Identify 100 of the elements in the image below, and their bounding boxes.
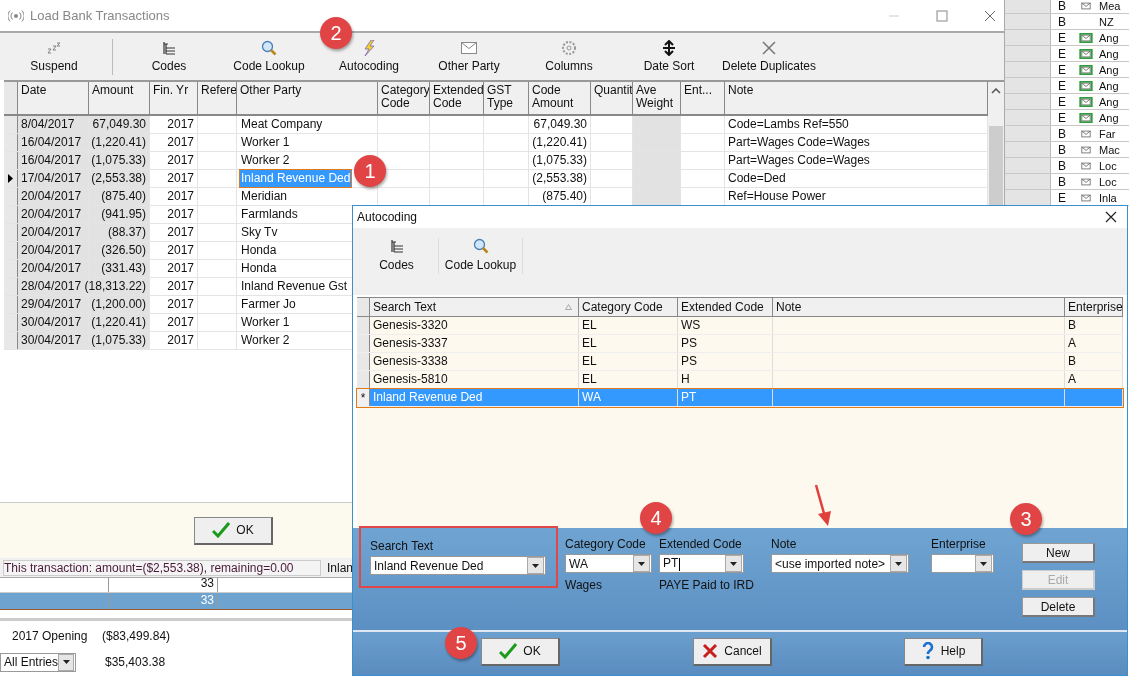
table-cell: 17/04/2017 [18, 170, 89, 187]
column-header[interactable]: Fin. Yr [150, 82, 198, 114]
table-cell: (941.95) [89, 206, 150, 223]
table-row[interactable]: E Ang [1005, 30, 1129, 46]
toolbar-button[interactable]: Columns [519, 40, 619, 73]
filter-dropdown[interactable]: All Entries [0, 652, 76, 672]
toolbar-button[interactable]: Code Lookup [219, 40, 319, 73]
table-cell: 33 [108, 593, 218, 609]
table-cell: 20/04/2017 [18, 206, 89, 223]
ok-button[interactable]: OK [194, 516, 273, 545]
toolbar-button[interactable]: Suspend [4, 40, 104, 73]
table-row[interactable]: B Loc [1005, 158, 1129, 174]
table-cell [1005, 14, 1051, 29]
toolbar-button[interactable]: Other Party [419, 40, 519, 73]
scroll-up-icon[interactable] [991, 88, 1001, 94]
column-header[interactable]: Search Text [370, 298, 579, 316]
table-cell: Worker 2 [240, 332, 291, 349]
table-row[interactable]: B Loc [1005, 174, 1129, 190]
help-button[interactable]: Help [904, 637, 983, 666]
dropdown-arrow-icon [638, 561, 645, 566]
field-label: Category Code [565, 537, 647, 551]
table-row[interactable]: E Ang [1005, 110, 1129, 126]
table-cell: PT [681, 389, 697, 406]
table-cell-text: Inla [1098, 191, 1117, 204]
column-header[interactable]: Category Code [579, 298, 678, 316]
table-row[interactable]: B Mac [1005, 142, 1129, 158]
table-cell: Genesis-3320 [373, 317, 448, 334]
table-cell: Farmer Jo [240, 296, 297, 313]
toolbar-button[interactable]: Code Lookup [439, 238, 523, 274]
table-cell-text: Ang [1098, 47, 1119, 60]
column-header[interactable]: Amount [89, 82, 150, 114]
table-cell: 2017 [150, 152, 198, 169]
table-cell: 2017 [150, 314, 198, 331]
extended-code-dropdown[interactable]: PT [659, 554, 744, 573]
table-cell: (1,075.33) [89, 332, 150, 349]
table-cell-text: Mea [1098, 0, 1121, 12]
envelope-icon [1079, 144, 1093, 155]
table-cell: (88.37) [89, 224, 150, 241]
column-header[interactable]: Extended Code [430, 82, 484, 114]
table-row[interactable]: E Ang [1005, 62, 1129, 78]
column-header[interactable]: Enterprise [1065, 298, 1123, 316]
table-row[interactable]: B Far [1005, 126, 1129, 142]
table-row[interactable]: Genesis-3337 EL PS A [357, 335, 1123, 353]
toolbar-button[interactable]: Delete Duplicates [719, 40, 819, 73]
column-header[interactable]: Ave Weight [633, 82, 681, 114]
column-header[interactable]: Note [773, 298, 1065, 316]
table-cell: EL [582, 317, 597, 334]
table-cell-text: Ang [1098, 111, 1119, 124]
column-header[interactable]: GST Type [484, 82, 529, 114]
table-cell: 2017 [150, 116, 198, 133]
table-row[interactable]: Genesis-3320 EL WS B [357, 317, 1123, 335]
field-label: Enterprise [931, 537, 987, 551]
tree-list-icon [389, 239, 404, 253]
row-header[interactable] [4, 170, 18, 187]
checkmark-icon [499, 643, 518, 659]
note-dropdown[interactable]: <use imported note> [771, 554, 909, 573]
row-header[interactable]: * [357, 389, 370, 406]
toolbar-button[interactable]: Codes [355, 238, 439, 274]
action-button[interactable]: Delete [1022, 597, 1095, 617]
table-row[interactable]: Genesis-3338 EL PS B [357, 353, 1123, 371]
current-row-icon [8, 174, 13, 183]
table-row[interactable]: E Ang [1005, 94, 1129, 110]
enterprise-cell-text: E [1057, 46, 1067, 61]
close-icon [762, 41, 776, 55]
status-text: This transaction: amount=($2,553.38), remaining=0.00 [3, 559, 321, 576]
envelope-icon [1079, 48, 1093, 59]
column-header[interactable]: Code Amount [529, 82, 591, 114]
table-cell: 30/04/2017 [18, 314, 89, 331]
table-cell: B [1068, 353, 1076, 370]
table-cell: H [681, 371, 690, 388]
column-header[interactable]: Quantit [591, 82, 633, 114]
maximize-icon[interactable] [936, 9, 948, 22]
column-header[interactable]: Category Code [378, 82, 430, 114]
table-row[interactable]: E Ang [1005, 46, 1129, 62]
table-row[interactable]: * Inland Revenue Ded WA PT [357, 389, 1123, 407]
table-cell: (2,553.38) [532, 170, 587, 187]
cancel-button[interactable]: Cancel [693, 637, 772, 666]
toolbar-button[interactable]: Date Sort [619, 40, 719, 73]
table-cell: 16/04/2017 [18, 134, 89, 151]
enterprise-cell-text: E [1057, 190, 1067, 205]
table-row[interactable]: B NZ [1005, 14, 1129, 30]
column-header[interactable]: Extended Code [678, 298, 773, 316]
table-row[interactable]: B Mea [1005, 0, 1129, 14]
table-cell: 16/04/2017 [18, 152, 89, 169]
column-header[interactable]: Refere [198, 82, 237, 114]
table-cell: Worker 1 [240, 314, 291, 331]
close-icon[interactable] [1105, 211, 1117, 223]
table-cell-text: Mac [1098, 143, 1120, 156]
ok-button[interactable]: OK [481, 637, 560, 666]
dropdown-arrow-icon [730, 561, 737, 566]
column-header[interactable]: Date [18, 82, 89, 114]
toolbar-button[interactable]: Codes [119, 40, 219, 73]
enterprise-cell-text: E [1057, 94, 1067, 109]
category-code-dropdown[interactable]: WA [565, 554, 652, 573]
search-text-dropdown[interactable]: Inland Revenue Ded [370, 556, 546, 575]
enterprise-dropdown[interactable] [931, 554, 994, 573]
column-header[interactable]: Other Party [237, 82, 378, 114]
table-row[interactable]: E Ang [1005, 78, 1129, 94]
action-button[interactable]: New [1022, 543, 1095, 563]
column-header[interactable]: Ent... [681, 82, 725, 114]
